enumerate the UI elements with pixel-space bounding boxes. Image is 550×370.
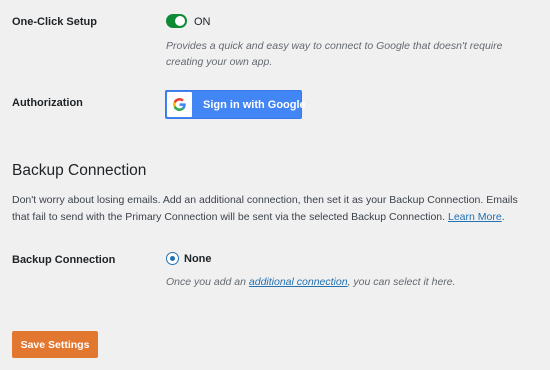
- backup-paragraph-text: Don't worry about losing emails. Add an …: [12, 194, 518, 223]
- note-prefix: Once you add an: [166, 276, 246, 288]
- none-radio-label: None: [184, 253, 212, 265]
- one-click-setup-description: Provides a quick and easy way to connect…: [166, 40, 503, 68]
- period-text: .: [501, 211, 505, 223]
- one-click-setup-toggle[interactable]: [166, 14, 187, 28]
- note-suffix: , you can select it here.: [347, 276, 456, 288]
- toggle-knob: [175, 16, 185, 26]
- additional-connection-link[interactable]: additional connection: [249, 276, 348, 288]
- learn-more-link[interactable]: Learn More: [448, 211, 502, 223]
- backup-connection-label: Backup Connection: [12, 254, 116, 266]
- backup-connection-note: Once you add an additional connection, y…: [166, 274, 456, 290]
- one-click-setup-label: One-Click Setup: [12, 16, 97, 28]
- radio-selected-dot: [170, 256, 175, 261]
- sign-in-with-google-button[interactable]: Sign in with Google: [165, 90, 306, 119]
- toggle-state-text: ON: [194, 16, 211, 28]
- google-g-icon: [173, 98, 186, 111]
- backup-connection-heading: Backup Connection: [12, 162, 147, 179]
- save-settings-button[interactable]: Save Settings: [12, 331, 98, 358]
- google-logo-box: [167, 92, 192, 117]
- authorization-label: Authorization: [12, 97, 83, 109]
- none-radio-button[interactable]: [166, 252, 179, 265]
- backup-connection-description: Don't worry about losing emails. Add an …: [12, 192, 538, 226]
- sign-in-with-google-label: Sign in with Google: [203, 99, 306, 111]
